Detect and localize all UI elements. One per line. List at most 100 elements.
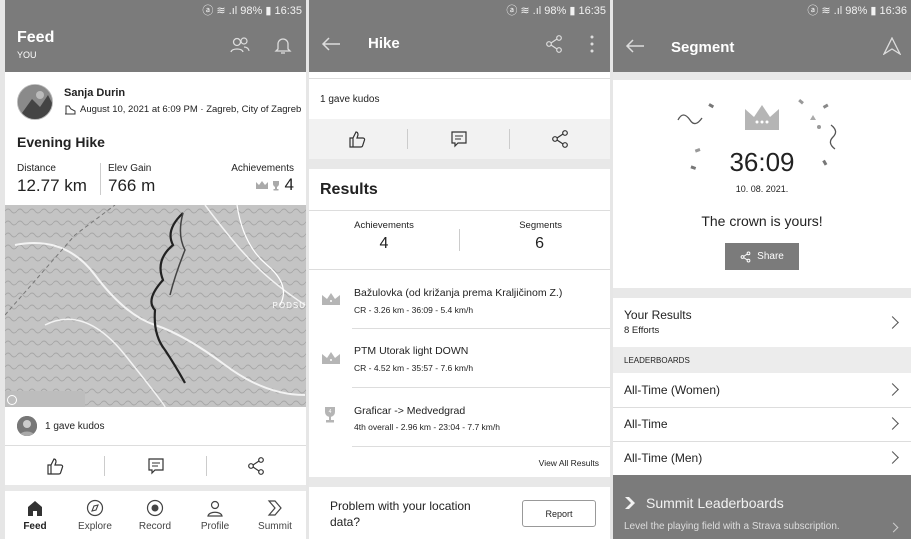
nav-label: Feed <box>23 521 47 532</box>
your-results-label: Your Results <box>624 308 692 322</box>
feed-header: Feed YOU <box>5 20 306 72</box>
action-divider <box>509 129 510 149</box>
spacer <box>309 159 610 169</box>
back-arrow-icon[interactable] <box>625 38 645 54</box>
nav-label: Record <box>138 521 172 532</box>
bottom-nav: Feed Explore Record Profile Summit <box>5 491 306 539</box>
crown-message: The crown is yours! <box>701 213 823 229</box>
map-place-label: PODSU <box>272 301 306 310</box>
crown-icon <box>321 292 341 306</box>
status-text: ⓐ ≋ .ıl 98% ▮ 16:35 <box>506 5 606 17</box>
nav-explore[interactable]: Explore <box>65 499 125 532</box>
leaderboard-row-all[interactable]: All-Time <box>613 408 911 441</box>
chevron-right-icon <box>886 417 899 430</box>
spacer <box>309 477 610 487</box>
hike-screen: ⓐ ≋ .ıl 98% ▮ 16:35 Hike 1 gave kudos Re… <box>309 0 610 539</box>
segment-name: Bažulovka (od križanja prema Kraljičinom… <box>354 287 563 299</box>
leaderboard-row-women[interactable]: All-Time (Women) <box>613 373 911 407</box>
status-text: ⓐ ≋ .ıl 98% ▮ 16:35 <box>202 5 302 17</box>
nav-profile[interactable]: Profile <box>185 499 245 532</box>
nav-summit[interactable]: Summit <box>245 499 305 532</box>
profile-icon <box>185 499 245 517</box>
more-menu-icon[interactable] <box>590 35 594 53</box>
divider <box>5 445 306 446</box>
elev-gain-label: Elev Gain <box>108 163 152 174</box>
activity-meta-text: August 10, 2021 at 6:09 PM · Zagreb, Cit… <box>80 104 302 115</box>
map-info-icon[interactable] <box>7 395 17 405</box>
home-icon <box>5 499 65 517</box>
chevron-right-icon <box>886 383 899 396</box>
summit-promo[interactable]: Summit Leaderboards Level the playing fi… <box>613 475 911 539</box>
segment-date: 10. 08. 2021. <box>735 184 789 194</box>
summit-title: Summit Leaderboards <box>646 495 784 511</box>
your-results-row[interactable]: Your Results 8 Efforts <box>613 298 911 347</box>
navigate-icon[interactable] <box>883 37 901 55</box>
view-all-results-link[interactable]: View All Results <box>539 458 599 468</box>
nav-record[interactable]: Record <box>125 499 185 532</box>
kudos-button[interactable] <box>45 456 65 476</box>
status-bar: ⓐ ≋ .ıl 98% ▮ 16:36 <box>613 0 911 20</box>
crown-icon <box>743 103 781 131</box>
share-button[interactable] <box>247 456 265 476</box>
action-divider <box>104 456 105 476</box>
segment-name: PTM Utorak light DOWN <box>354 345 469 357</box>
segments-label: Segments <box>519 220 562 231</box>
distance-label: Distance <box>17 163 56 174</box>
feed-subtitle[interactable]: YOU <box>17 50 37 60</box>
avatar[interactable] <box>17 84 53 120</box>
spacer <box>613 72 911 80</box>
distance-value: 12.77 km <box>17 176 87 195</box>
achievements-label: Achievements <box>231 163 294 174</box>
divider <box>309 78 610 79</box>
status-text: ⓐ ≋ .ıl 98% ▮ 16:36 <box>807 5 907 17</box>
report-button[interactable]: Report <box>522 500 596 527</box>
leaderboard-row-men[interactable]: All-Time (Men) <box>613 442 911 474</box>
trophy-icon: 4 <box>322 406 338 424</box>
crown-icon <box>255 180 269 190</box>
route-map[interactable]: PODSU <box>5 205 306 407</box>
segment-header: Segment <box>613 20 911 72</box>
share-button[interactable]: Share <box>725 243 799 270</box>
nav-feed[interactable]: Feed <box>5 499 65 532</box>
comment-button[interactable] <box>147 457 165 475</box>
back-arrow-icon[interactable] <box>321 36 341 52</box>
share-button[interactable] <box>551 129 569 149</box>
notification-bell-icon[interactable] <box>274 35 292 55</box>
divider <box>309 210 610 211</box>
athlete-name[interactable]: Sanja Durin <box>64 87 125 99</box>
compass-icon <box>65 499 125 517</box>
leaderboards-header: LEADERBOARDS <box>613 347 911 373</box>
comment-button[interactable] <box>450 130 468 148</box>
achievements-label: Achievements <box>354 220 414 231</box>
share-label: Share <box>757 251 784 262</box>
chevron-right-icon <box>886 451 899 464</box>
summit-icon <box>245 499 305 517</box>
trophy-icon <box>271 180 281 191</box>
chevron-right-icon <box>886 316 899 329</box>
segment-row[interactable]: PTM Utorak light DOWN CR - 4.52 km - 35:… <box>309 329 610 387</box>
nav-label: Summit <box>258 521 292 532</box>
leaderboard-label: All-Time (Men) <box>624 451 703 465</box>
segment-row[interactable]: Bažulovka (od križanja prema Kraljičinom… <box>309 270 610 328</box>
segment-row[interactable]: 4 Graficar -> Medvedgrad 4th overall - 2… <box>309 388 610 446</box>
share-icon <box>740 251 751 263</box>
status-bar: ⓐ ≋ .ıl 98% ▮ 16:35 <box>5 0 306 20</box>
activity-title[interactable]: Evening Hike <box>17 134 105 150</box>
kudos-avatar[interactable] <box>17 416 37 436</box>
kudos-button[interactable] <box>347 129 367 149</box>
achievements-value: 4 <box>379 235 389 252</box>
find-friends-icon[interactable] <box>229 36 251 54</box>
share-icon[interactable] <box>545 34 563 54</box>
nav-label: Explore <box>78 521 112 532</box>
page-title: Hike <box>368 35 400 52</box>
leaderboard-label: All-Time <box>624 417 668 431</box>
stat-divider <box>100 163 101 195</box>
results-title: Results <box>320 181 378 198</box>
crown-icon <box>321 351 341 365</box>
kudos-count[interactable]: 1 gave kudos <box>45 421 105 432</box>
record-icon <box>125 499 185 517</box>
action-divider <box>206 456 207 476</box>
summit-chevron-icon <box>624 496 636 510</box>
kudos-count[interactable]: 1 gave kudos <box>320 94 380 105</box>
segment-screen: ⓐ ≋ .ıl 98% ▮ 16:36 Segment 36:09 10. 08… <box>613 0 911 539</box>
